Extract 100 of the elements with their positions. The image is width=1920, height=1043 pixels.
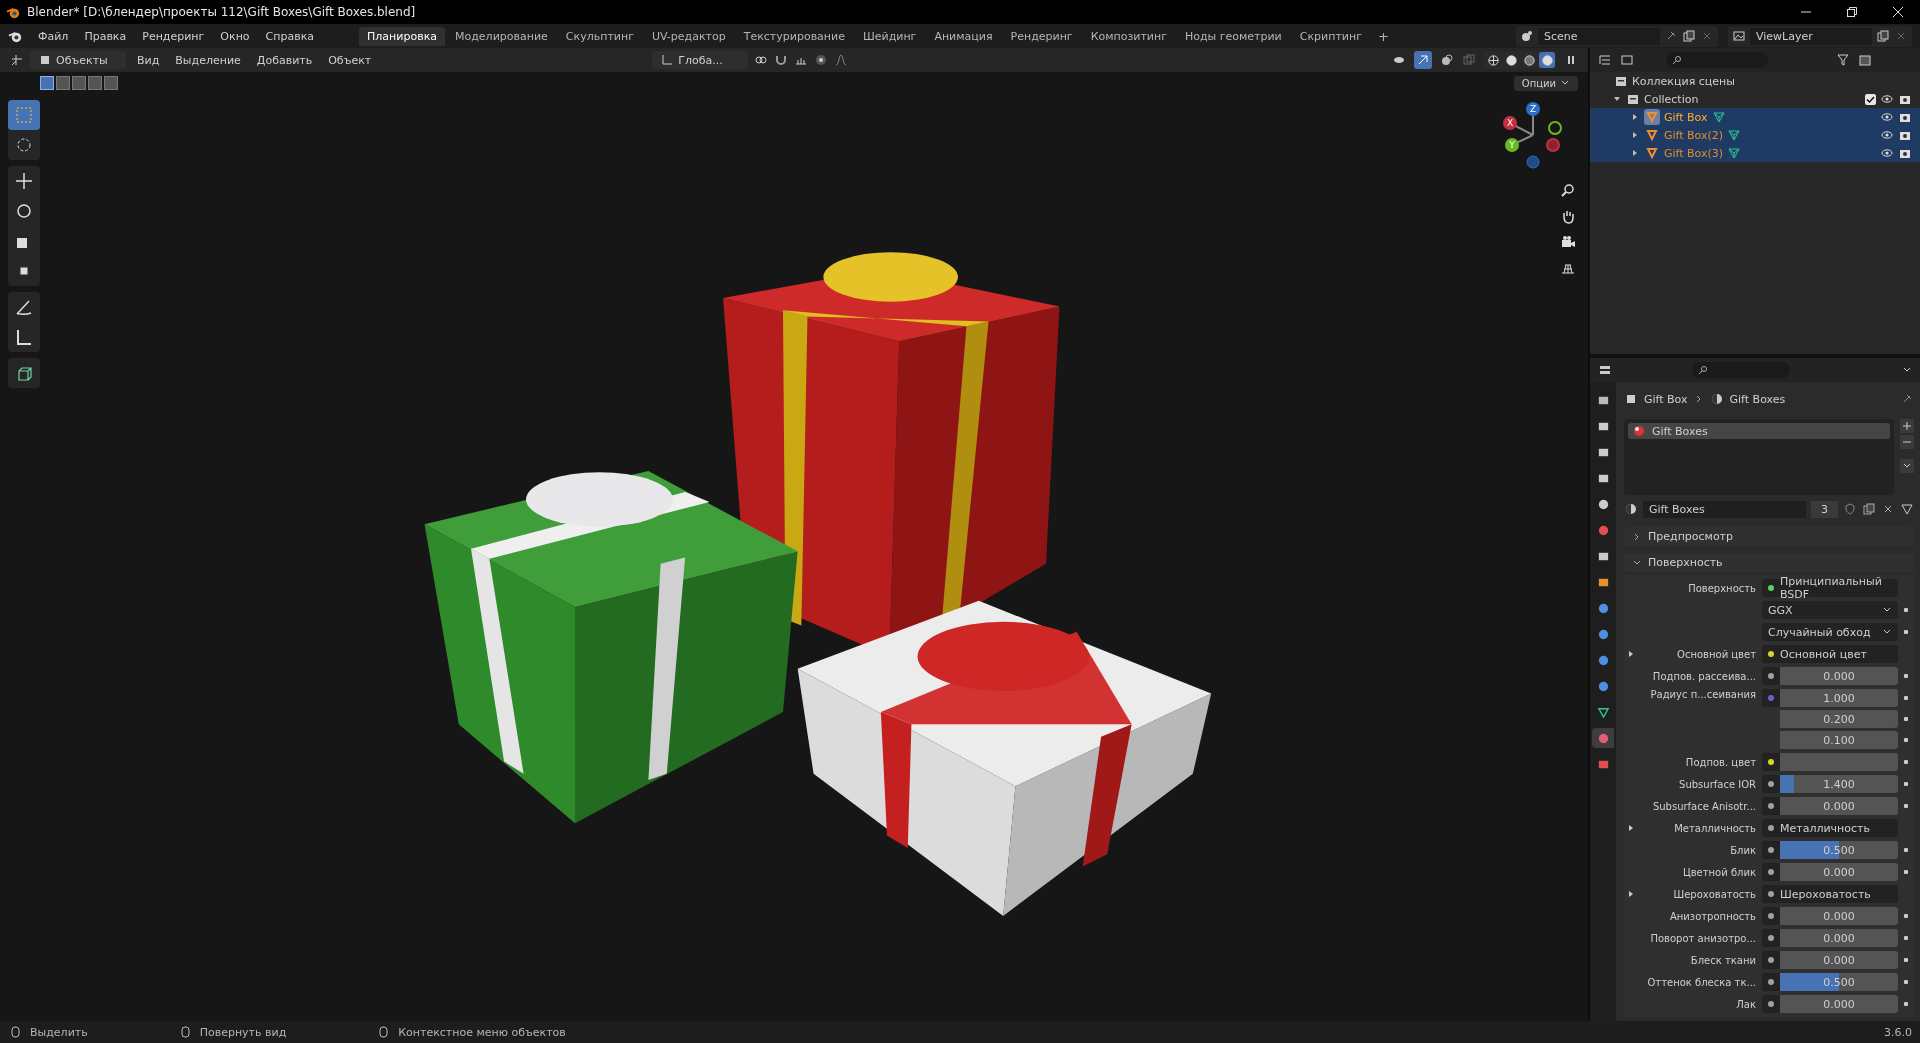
number-field[interactable]: 0.200 <box>1780 710 1898 728</box>
editor-type-icon[interactable] <box>1598 363 1612 377</box>
menu-item[interactable]: Вид <box>132 53 165 67</box>
add-icon[interactable] <box>1900 419 1914 433</box>
gizmo-toggle[interactable] <box>1414 51 1432 69</box>
orientation-dropdown[interactable]: Глоба... <box>652 51 749 69</box>
material-name-field[interactable]: Gift Boxes <box>1643 500 1806 518</box>
editor-type-icon[interactable] <box>10 53 24 67</box>
zoom-icon[interactable] <box>1560 182 1576 198</box>
remove-icon[interactable] <box>1900 435 1914 449</box>
socket-button[interactable] <box>1762 995 1780 1013</box>
display-mode-icon[interactable] <box>1598 53 1612 67</box>
workspace-tab[interactable]: Планировка <box>359 26 445 46</box>
number-slider[interactable]: 0.000 <box>1780 929 1898 947</box>
restore-icon[interactable] <box>1846 6 1858 18</box>
add-workspace-button[interactable]: + <box>1371 28 1395 44</box>
proportional-edit-icon[interactable] <box>814 53 829 67</box>
menu-item[interactable]: Справка <box>258 27 322 45</box>
shield-icon[interactable] <box>1843 502 1857 516</box>
workspace-tab[interactable]: Шейдинг <box>854 26 925 46</box>
user-count[interactable]: 3 <box>1811 500 1838 518</box>
eye-icon[interactable] <box>1880 92 1894 106</box>
number-slider[interactable]: 0.000 <box>1780 863 1898 881</box>
number-field[interactable]: 0.100 <box>1780 731 1898 749</box>
mode-dropdown[interactable]: Объекты <box>30 51 126 69</box>
socket-link-field[interactable]: Основной цвет <box>1762 645 1898 663</box>
magnet-icon[interactable] <box>774 53 789 67</box>
eye-icon[interactable] <box>1880 146 1894 160</box>
scene-field[interactable]: Scene <box>1538 27 1660 45</box>
pivot-icon[interactable] <box>754 53 769 67</box>
socket-button[interactable] <box>1762 973 1780 991</box>
outliner-row[interactable]: Gift Box(3) <box>1590 144 1920 162</box>
scene-icon[interactable] <box>1520 29 1534 43</box>
collection-label[interactable]: Collection <box>1644 92 1861 106</box>
menu-item[interactable]: Объект <box>323 53 377 67</box>
workspace-tab[interactable]: Моделирование <box>447 26 556 46</box>
eye-icon[interactable] <box>1880 110 1894 124</box>
socket-button[interactable] <box>1762 753 1780 771</box>
socket-link-field[interactable]: Металличность <box>1762 819 1898 837</box>
dropdown-field[interactable]: GGX <box>1762 601 1898 619</box>
socket-button[interactable] <box>1762 775 1780 793</box>
color-swatch[interactable] <box>1780 753 1898 771</box>
workspace-tab[interactable]: Анимация <box>926 26 1001 46</box>
material-browse-icon[interactable] <box>1624 502 1638 516</box>
number-slider[interactable]: 0.000 <box>1780 907 1898 925</box>
socket-link-field[interactable]: Шероховатость <box>1762 885 1898 903</box>
workspace-tab[interactable]: Скриптинг <box>1291 26 1370 46</box>
options-dropdown[interactable]: Опции <box>1513 75 1578 91</box>
workspace-tab[interactable]: Скульптинг <box>557 26 642 46</box>
socket-button[interactable] <box>1762 951 1780 969</box>
duplicate-icon[interactable] <box>1862 502 1876 516</box>
menu-item[interactable]: Файл <box>31 27 76 45</box>
dropdown-field[interactable]: Случайный обход <box>1762 623 1898 641</box>
link-mode-icon[interactable] <box>1900 502 1914 516</box>
socket-button[interactable] <box>1762 863 1780 881</box>
close-icon[interactable] <box>1892 6 1904 18</box>
camera-icon[interactable] <box>1560 234 1576 250</box>
solid-shading-icon[interactable] <box>1503 52 1519 68</box>
filter-icon[interactable] <box>1836 53 1850 67</box>
falloff-curve-icon[interactable] <box>834 53 849 67</box>
socket-link-field[interactable]: Принципиальный BSDF <box>1762 579 1898 597</box>
socket-button[interactable] <box>1762 797 1780 815</box>
number-slider[interactable]: 1.400 <box>1780 775 1898 793</box>
workspace-tab[interactable]: Текстурирование <box>735 26 853 46</box>
number-slider[interactable]: 0.000 <box>1780 667 1898 685</box>
mesh-data-icon[interactable] <box>1727 146 1742 160</box>
duplicate-icon[interactable] <box>1876 29 1890 43</box>
number-field[interactable]: 1.000 <box>1780 689 1898 707</box>
workspace-tab[interactable]: Композитинг <box>1082 26 1175 46</box>
rendered-shading-icon[interactable] <box>1539 52 1555 68</box>
menu-item[interactable]: Рендеринг <box>135 27 212 45</box>
socket-button[interactable] <box>1762 929 1780 947</box>
menu-item[interactable]: Выделение <box>170 53 246 67</box>
search-field[interactable] <box>1666 52 1768 68</box>
material-shading-icon[interactable] <box>1521 52 1537 68</box>
menu-item[interactable]: Окно <box>213 27 257 45</box>
chevron-down-icon[interactable] <box>1900 459 1914 473</box>
panel-header[interactable]: Предпросмотр <box>1624 527 1914 546</box>
socket-button[interactable] <box>1762 667 1780 685</box>
eye-icon[interactable] <box>1880 128 1894 142</box>
number-slider[interactable]: 0.000 <box>1780 951 1898 969</box>
socket-button[interactable] <box>1762 907 1780 925</box>
workspace-tab[interactable]: Ноды геометрии <box>1176 26 1290 46</box>
mesh-data-icon[interactable] <box>1727 128 1742 142</box>
menu-item[interactable]: Добавить <box>251 53 318 67</box>
overlay-icon[interactable] <box>1440 53 1454 67</box>
duplicate-icon[interactable] <box>1682 29 1696 43</box>
exclude-checkbox[interactable] <box>1865 93 1876 105</box>
new-collection-icon[interactable] <box>1858 53 1872 67</box>
workspace-tab[interactable]: UV-редактор <box>643 26 734 46</box>
outliner-row[interactable]: Gift Box <box>1590 108 1920 126</box>
wireframe-shading-icon[interactable] <box>1485 52 1501 68</box>
workspace-tab[interactable]: Рендеринг <box>1002 26 1081 46</box>
scene-collection-label[interactable]: Коллекция сцены <box>1632 74 1735 88</box>
hand-icon[interactable] <box>1560 208 1576 224</box>
search-field[interactable] <box>1692 362 1790 378</box>
number-slider[interactable]: 0.000 <box>1780 995 1898 1013</box>
outliner-row[interactable]: Gift Box(2) <box>1590 126 1920 144</box>
mesh-data-icon[interactable] <box>1711 110 1726 124</box>
panel-header[interactable]: Поверхность <box>1624 553 1914 572</box>
